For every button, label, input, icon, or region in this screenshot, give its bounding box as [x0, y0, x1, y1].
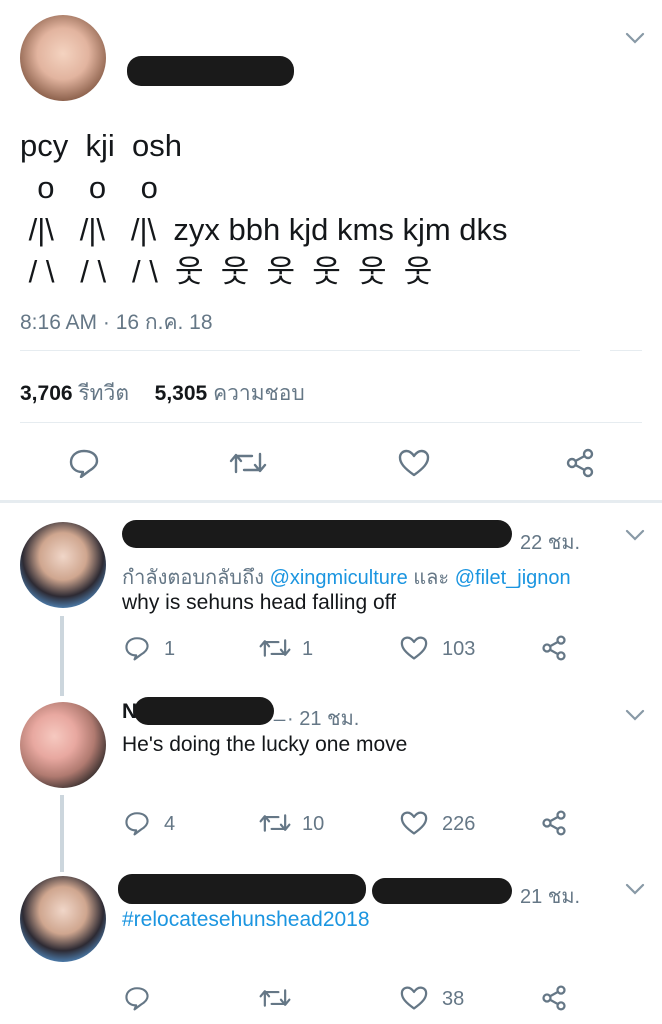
heart-icon[interactable] — [400, 810, 428, 841]
retweet-icon[interactable] — [258, 987, 292, 1014]
chevron-down-icon[interactable] — [625, 25, 645, 51]
reply-avatar[interactable] — [20, 876, 106, 962]
reply-author-suffix[interactable]: _ — [274, 700, 285, 723]
reply-author-redacted[interactable] — [372, 878, 512, 904]
reply-author-redacted[interactable] — [134, 697, 274, 725]
retweet-icon[interactable] — [258, 812, 292, 839]
chevron-down-icon[interactable] — [625, 528, 645, 547]
reply-time[interactable]: · 21 ชม. — [287, 702, 359, 734]
tweet-text-line: o o o — [20, 170, 158, 205]
reply-avatar[interactable] — [20, 702, 106, 788]
retweet-icon[interactable] — [258, 637, 292, 664]
like-label[interactable]: ความชอบ — [213, 382, 305, 405]
reply-author-redacted[interactable] — [118, 874, 366, 904]
reply-text: why is sehuns head falling off — [122, 591, 396, 614]
section-separator — [0, 500, 662, 503]
share-icon[interactable] — [540, 809, 568, 842]
share-icon[interactable] — [540, 634, 568, 667]
share-icon[interactable] — [564, 447, 596, 484]
divider — [20, 422, 642, 423]
hashtag-link[interactable]: #relocatesehunshead2018 — [122, 908, 370, 932]
reply-avatar[interactable] — [20, 522, 106, 608]
thread-line — [60, 795, 64, 872]
retweet-count[interactable]: 3,706 — [20, 382, 73, 405]
reply-icon[interactable] — [124, 985, 150, 1016]
reply-icon[interactable] — [124, 635, 150, 666]
like-count[interactable]: 5,305 — [155, 382, 208, 405]
mention-link[interactable]: @filet_jignon — [455, 567, 571, 589]
like-count: 226 — [442, 813, 476, 835]
heart-icon[interactable] — [398, 448, 430, 483]
divider — [610, 350, 642, 351]
chevron-down-icon[interactable] — [625, 708, 645, 727]
reply-icon[interactable] — [124, 810, 150, 841]
like-count: 38 — [442, 988, 465, 1010]
author-avatar[interactable] — [20, 15, 106, 101]
tweet-stats: 3,706 รีทวีต 5,305 ความชอบ — [20, 377, 305, 410]
retweet-count: 10 — [302, 813, 325, 835]
reply-count: 1 — [164, 638, 176, 660]
reply-author-redacted[interactable] — [122, 520, 512, 548]
chevron-down-icon[interactable] — [625, 882, 645, 901]
mention-link[interactable]: @xingmiculture — [270, 567, 408, 589]
like-count: 103 — [442, 638, 476, 660]
tweet-timestamp[interactable]: 8:16 AM · 16 ก.ค. 18 — [20, 306, 213, 339]
replying-conjunction: และ — [413, 567, 450, 589]
replying-prefix: กำลังตอบกลับถึง — [122, 567, 264, 589]
reply-text: He's doing the lucky one move — [122, 733, 408, 756]
retweet-label[interactable]: รีทวีต — [78, 382, 129, 405]
reply-time[interactable]: 21 ชม. — [520, 880, 580, 912]
share-icon[interactable] — [540, 984, 568, 1017]
retweet-icon[interactable] — [228, 450, 268, 481]
tweet-text-line: pcy kji osh — [20, 128, 182, 163]
tweet-text-line: /|\ /|\ /|\ zyx bbh kjd kms kjm dks — [20, 212, 508, 247]
reply-count: 4 — [164, 813, 176, 835]
retweet-count: 1 — [302, 638, 314, 660]
tweet-text-line: / \ / \ / \ 웃 웃 웃 웃 웃 웃 — [20, 254, 433, 289]
heart-icon[interactable] — [400, 635, 428, 666]
author-name-redacted[interactable] — [127, 56, 294, 86]
thread-line — [60, 616, 64, 696]
heart-icon[interactable] — [400, 985, 428, 1016]
divider — [20, 350, 580, 351]
replying-to: กำลังตอบกลับถึง @xingmiculture และ @file… — [122, 561, 571, 593]
reply-time[interactable]: 22 ชม. — [520, 526, 580, 558]
reply-icon[interactable] — [68, 448, 100, 483]
